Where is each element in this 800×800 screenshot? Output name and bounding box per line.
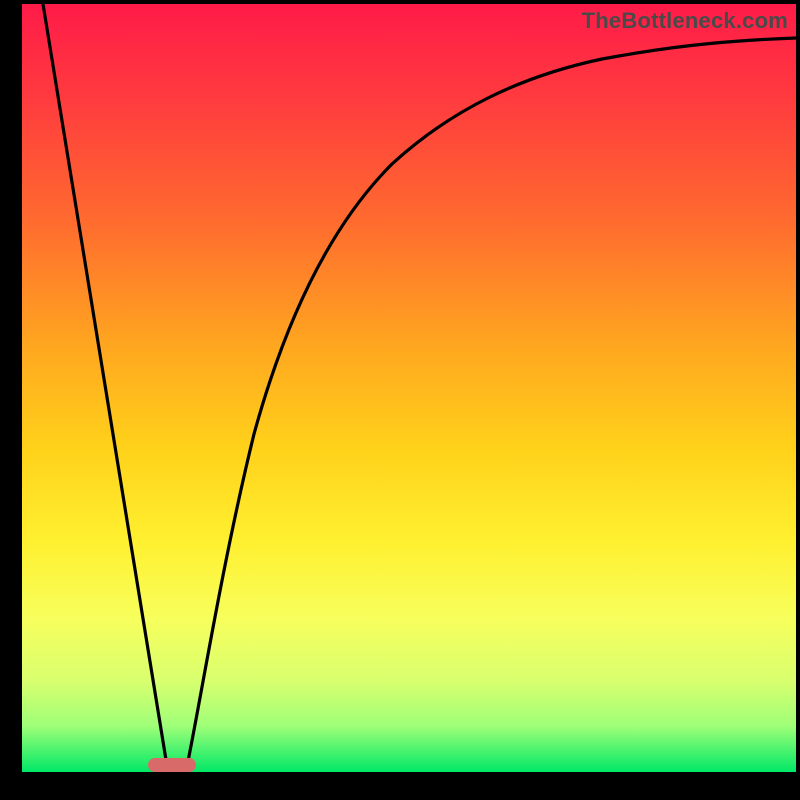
optimal-marker bbox=[148, 758, 196, 772]
plot-area: TheBottleneck.com bbox=[22, 4, 796, 772]
curve-layer bbox=[22, 4, 796, 772]
chart-frame: TheBottleneck.com bbox=[0, 0, 800, 800]
bottleneck-curve bbox=[43, 4, 796, 766]
